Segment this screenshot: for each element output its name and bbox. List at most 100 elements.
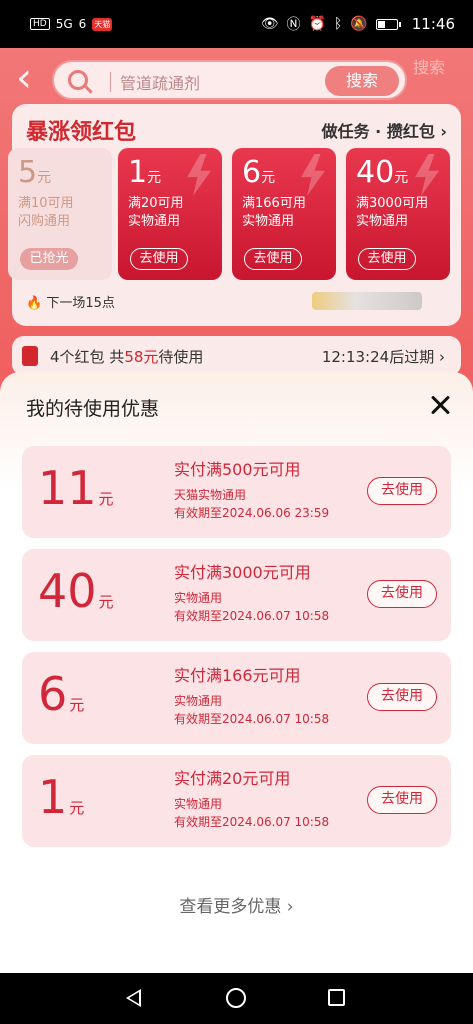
tmall-notification-icon: 天猫 — [92, 17, 113, 31]
use-button[interactable]: 去使用 — [130, 248, 188, 270]
task-link[interactable]: 做任务 · 攒红包 › — [322, 118, 447, 142]
coupon-amount: 40 元 — [38, 563, 114, 630]
coupon-unit: 元 — [147, 170, 162, 186]
coupon-condition: 满20可用 — [128, 196, 184, 211]
coupon-expiry: 有效期至2024.06.07 10:58 — [174, 712, 330, 726]
ghost-search-button: 搜索 — [412, 58, 445, 77]
pending-amount: 58元 — [124, 348, 159, 366]
redpack-coupon[interactable]: 40元 满3000可用 实物通用 去使用 — [346, 148, 450, 280]
coupon-card[interactable]: 40 元 实付满3000元可用 实物通用 有效期至2024.06.07 10:58… — [22, 549, 451, 641]
hd-indicator: HD — [30, 18, 50, 30]
coupon-card[interactable]: 1元 实付满20元可用 实物通用 有效期至2024.06.07 10:58 去使… — [22, 755, 451, 847]
coupon-condition: 实付满500元可用 — [174, 460, 301, 479]
flame-icon: 🔥 — [26, 296, 43, 311]
coupon-amount-value: 11 — [38, 461, 97, 515]
coupon-list: 11 元 实付满500元可用 天猫实物通用 有效期至2024.06.06 23:5… — [22, 446, 451, 858]
next-round-text: 🔥 下一场15点 — [26, 292, 115, 311]
search-divider — [110, 72, 111, 92]
clock: 11:46 — [411, 15, 455, 33]
search-icon — [68, 70, 88, 90]
use-coupon-button[interactable]: 去使用 — [367, 477, 437, 505]
coupon-amount: 6元 — [38, 666, 84, 733]
coupon-scope: 实物通用 — [356, 214, 409, 229]
view-more-coupons-link[interactable]: 查看更多优惠 › — [0, 892, 473, 917]
coupon-card[interactable]: 6元 实付满166元可用 实物通用 有效期至2024.06.07 10:58 去… — [22, 652, 451, 744]
coupon-amount-value: 6 — [38, 667, 68, 721]
coupon-amount: 6 — [242, 155, 262, 190]
nav-home-icon[interactable] — [226, 988, 246, 1008]
use-coupon-button[interactable]: 去使用 — [367, 580, 437, 608]
coupon-unit: 元 — [69, 799, 85, 817]
coupon-unit: 元 — [37, 170, 52, 186]
coupon-scope: 实物通用 — [174, 694, 223, 708]
coupon-unit: 元 — [69, 696, 85, 714]
coupon-condition: 实付满20元可用 — [174, 769, 291, 788]
coupon-scope: 实物通用 — [128, 214, 181, 229]
coupon-scope: 实物通用 — [174, 591, 223, 605]
coupon-unit: 元 — [261, 170, 276, 186]
coupon-amount: 1 — [128, 155, 148, 190]
status-right: 👁 Ⓝ ⏰ ᛒ 🔕 11:46 — [261, 14, 455, 34]
close-icon[interactable] — [425, 390, 455, 420]
coupon-bottom-sheet: 我的待使用优惠 11 元 实付满500元可用 天猫实物通用 有效期至2024.06… — [0, 372, 473, 973]
signal-indicator: 5G — [55, 17, 73, 31]
pending-redpack-bar[interactable]: 4个红包 共58元待使用 12:13:24后过期 › — [12, 336, 461, 376]
redpack-card: 暴涨领红包 做任务 · 攒红包 › 5元 满10可用 闪购通用 已抢光 1元 满… — [8, 104, 461, 326]
coupon-scope: 实物通用 — [242, 214, 295, 229]
blurred-product-thumbnail — [312, 292, 422, 310]
use-button[interactable]: 去使用 — [244, 248, 302, 270]
nav-back-icon[interactable] — [126, 989, 141, 1007]
next-round-label: 下一场15点 — [46, 296, 115, 311]
wifi-indicator: 6 — [78, 17, 87, 31]
sold-out-button: 已抢光 — [20, 248, 78, 270]
coupon-amount: 11 元 — [38, 460, 114, 527]
coupon-amount: 5 — [18, 155, 38, 190]
coupon-expiry: 有效期至2024.06.06 23:59 — [174, 506, 330, 520]
redpack-coupon[interactable]: 6元 满166可用 实物通用 去使用 — [232, 148, 336, 280]
system-nav-bar — [0, 973, 473, 1024]
coupon-expiry: 有效期至2024.06.07 10:58 — [174, 815, 330, 829]
mute-icon: 🔕 — [350, 16, 368, 32]
coupon-scope: 实物通用 — [174, 797, 223, 811]
pending-text: 4个红包 共58元待使用 — [50, 346, 203, 367]
search-row: ‹ 管道疏通剂 搜索 搜索 — [0, 54, 473, 104]
coupon-amount-value: 40 — [38, 564, 97, 618]
use-coupon-button[interactable]: 去使用 — [367, 786, 437, 814]
search-query[interactable]: 管道疏通剂 — [120, 70, 200, 94]
coupon-condition: 满10可用 — [18, 196, 74, 211]
bluetooth-icon: ᛒ — [333, 16, 343, 32]
status-bar: HD 5G 6 天猫 👁 Ⓝ ⏰ ᛒ 🔕 11:46 — [0, 0, 473, 48]
back-arrow-icon[interactable]: ‹ — [16, 58, 52, 98]
eye-icon: 👁 — [260, 16, 279, 32]
task-link-label: 做任务 · 攒红包 — [321, 122, 435, 141]
coupon-unit: 元 — [98, 490, 114, 508]
expiry-countdown: 12:13:24后过期 › — [321, 348, 445, 366]
coupon-condition: 满166可用 — [242, 196, 306, 211]
nfc-icon: Ⓝ — [286, 17, 301, 33]
coupon-expiry: 有效期至2024.06.07 10:58 — [174, 609, 330, 623]
countdown-suffix: 后过期 — [389, 348, 435, 366]
coupon-amount-value: 1 — [38, 770, 68, 824]
redpack-coupon[interactable]: 1元 满20可用 实物通用 去使用 — [118, 148, 222, 280]
coupon-scope: 闪购通用 — [18, 214, 71, 229]
redpack-title: 暴涨领红包 — [26, 120, 137, 145]
coupon-scope: 天猫实物通用 — [174, 488, 247, 502]
battery-icon — [375, 18, 401, 30]
coupon-condition: 实付满166元可用 — [174, 666, 301, 685]
use-coupon-button[interactable]: 去使用 — [367, 683, 437, 711]
coupon-card[interactable]: 11 元 实付满500元可用 天猫实物通用 有效期至2024.06.06 23:5… — [22, 446, 451, 538]
coupon-unit: 元 — [98, 593, 114, 611]
redpack-coupon[interactable]: 5元 满10可用 闪购通用 已抢光 — [8, 148, 112, 280]
search-button[interactable]: 搜索 — [325, 66, 399, 96]
alarm-icon: ⏰ — [308, 16, 326, 32]
pending-prefix: 4个红包 共 — [50, 348, 125, 366]
use-button[interactable]: 去使用 — [358, 248, 416, 270]
sheet-title: 我的待使用优惠 — [26, 398, 160, 420]
pending-suffix: 待使用 — [158, 348, 204, 366]
coupon-amount: 40 — [356, 155, 395, 190]
status-left: HD 5G 6 天猫 — [30, 17, 113, 31]
countdown-time: 12:13:24 — [321, 348, 390, 366]
nav-recents-icon[interactable] — [328, 989, 345, 1006]
redpack-icon — [22, 346, 38, 366]
search-bar[interactable]: 管道疏通剂 搜索 — [52, 60, 407, 100]
